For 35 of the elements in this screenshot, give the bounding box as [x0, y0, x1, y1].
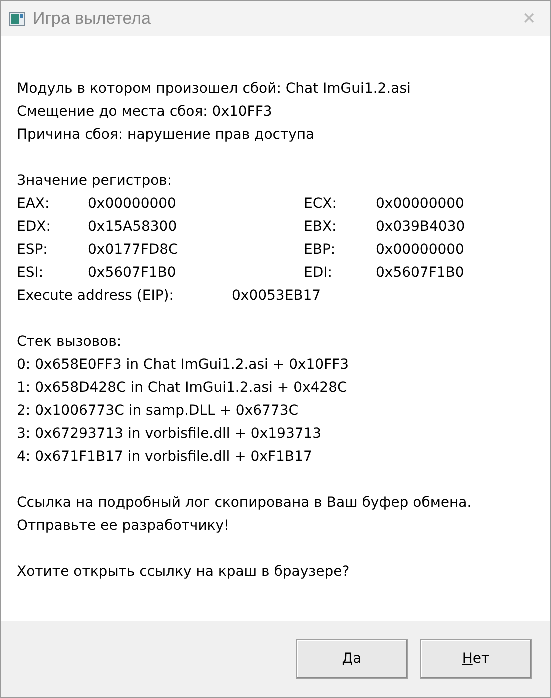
register-name: ESI:	[17, 264, 45, 283]
info-line: Смещение до места сбоя: 0x10FF3	[17, 103, 274, 122]
register-name: EAX:	[17, 195, 51, 214]
register-name: ESP:	[17, 241, 49, 260]
notice-text: Отправьте ее разработчику!	[17, 517, 231, 536]
dialog-button[interactable]: Нет	[420, 639, 532, 679]
section-heading: Значение регистров:	[17, 172, 174, 191]
register-value: 0x039B4030	[376, 218, 466, 237]
register-value: 0x0177FD8C	[88, 241, 180, 260]
info-line: Модуль в котором произошел сбой: Chat ImGui1.2.asi	[17, 80, 412, 99]
register-value: 0x5607F1B0	[376, 264, 466, 283]
stack-frame: 1: 0x658D428C in Chat ImGui1.2.asi + 0x428C	[17, 377, 534, 400]
register-name: EBP:	[304, 241, 337, 260]
register-name: ECX:	[304, 195, 338, 214]
register-name: EDI:	[304, 264, 334, 283]
info-line: Причина сбоя: нарушение прав доступа	[17, 126, 316, 145]
section-heading: Стек вызовов:	[17, 333, 123, 352]
stack-frame: 3: 0x67293713 in vorbisfile.dll + 0x193713	[17, 423, 534, 446]
window-title: Игра вылетела	[33, 8, 151, 28]
register-value: 0x0053EB17	[232, 287, 322, 306]
window-icon	[9, 10, 25, 26]
register-name: EBX:	[304, 218, 338, 237]
dialog-button[interactable]: Да	[296, 639, 408, 679]
stack-frame: 4: 0x671F1B17 in vorbisfile.dll + 0xF1B17	[17, 446, 534, 469]
register-value: 0x00000000	[376, 195, 466, 214]
stack-frame: 0: 0x658E0FF3 in Chat ImGui1.2.asi + 0x10FF3	[17, 354, 534, 377]
question-text: Хотите открыть ссылку на краш в браузере?	[17, 563, 351, 582]
register-value: 0x00000000	[88, 195, 178, 214]
notice-text: Ссылка на подробный лог скопирована в Ваш буфер обмена.	[17, 494, 473, 513]
register-name: EDX:	[17, 218, 52, 237]
register-value: 0x15A58300	[88, 218, 178, 237]
register-name: Execute address (EIP):	[17, 287, 175, 306]
register-value: 0x5607F1B0	[88, 264, 178, 283]
stack-frame: 2: 0x1006773C in samp.DLL + 0x6773C	[17, 400, 534, 423]
register-value: 0x00000000	[376, 241, 466, 260]
